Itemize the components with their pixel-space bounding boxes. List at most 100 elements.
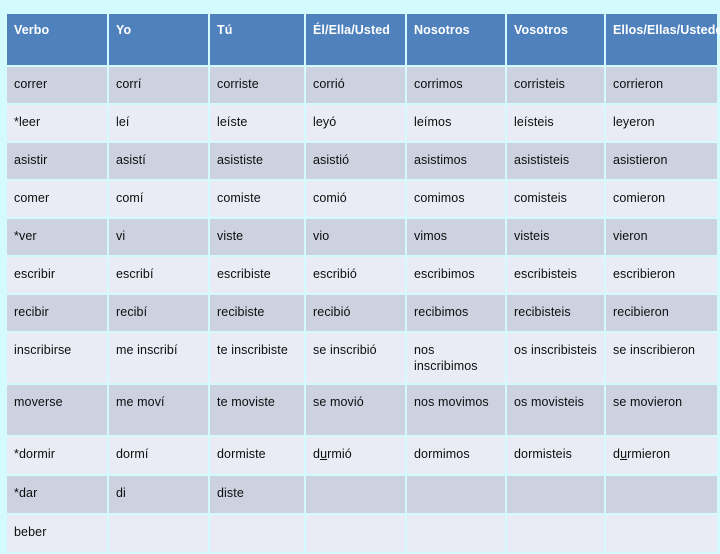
table-row: *leer leí leíste leyó leímos leísteis leyeron (7, 105, 717, 141)
conjugation-cell: comiste (210, 181, 304, 217)
table-row: *ver vi viste vio vimos visteis vieron (7, 219, 717, 255)
conjugation-cell (109, 515, 208, 552)
conjugation-cell: leyeron (606, 105, 717, 141)
table-row: *dar di diste (7, 476, 717, 513)
conjugation-cell (507, 515, 604, 552)
conjugation-cell: me moví (109, 385, 208, 435)
conjugation-cell: recibió (306, 295, 405, 331)
verb-infinitive-cell: comer (7, 181, 107, 217)
conjugation-cell: leíste (210, 105, 304, 141)
conjugation-cell: recibí (109, 295, 208, 331)
conjugation-cell (306, 515, 405, 552)
verb-infinitive-cell: *ver (7, 219, 107, 255)
table-row: beber (7, 515, 717, 552)
conjugation-cell: recibimos (407, 295, 505, 331)
conjugation-cell: asistió (306, 143, 405, 179)
column-header-yo: Yo (109, 14, 208, 65)
conjugation-cell: corrimos (407, 67, 505, 103)
conjugation-cell: dormisteis (507, 437, 604, 474)
column-header-el-ella-usted: Él/Ella/Usted (306, 14, 405, 65)
conjugation-cell: leyó (306, 105, 405, 141)
conjugation-cell: te moviste (210, 385, 304, 435)
conjugation-cell: escribisteis (507, 257, 604, 293)
conjugation-cell: di (109, 476, 208, 513)
conjugation-cell: leímos (407, 105, 505, 141)
conjugation-cell: escribieron (606, 257, 717, 293)
verb-infinitive-cell: escribir (7, 257, 107, 293)
table-header-row: Verbo Yo Tú Él/Ella/Usted Nosotros Vosot… (7, 14, 720, 65)
column-header-nosotros: Nosotros (407, 14, 505, 65)
verb-infinitive-cell: *leer (7, 105, 107, 141)
conjugation-cell: corriste (210, 67, 304, 103)
table-row: correr corrí corriste corrió corrimos corrist… (7, 67, 717, 103)
conjugation-cell: asistieron (606, 143, 717, 179)
conjugation-cell: dormí (109, 437, 208, 474)
conjugation-cell (407, 515, 505, 552)
conjugation-cell: vio (306, 219, 405, 255)
conjugation-cell (210, 515, 304, 552)
verb-infinitive-cell: inscribirse (7, 333, 107, 383)
conjugation-cell: corrí (109, 67, 208, 103)
conjugation-cell: durmieron (606, 437, 717, 474)
conjugation-cell: recibiste (210, 295, 304, 331)
conjugation-cell: corrió (306, 67, 405, 103)
conjugation-cell: durmió (306, 437, 405, 474)
conjugation-cell (306, 476, 405, 513)
conjugation-cell: viste (210, 219, 304, 255)
conjugation-cell: comieron (606, 181, 717, 217)
verb-infinitive-cell: recibir (7, 295, 107, 331)
conjugation-cell: diste (210, 476, 304, 513)
conjugation-cell: te inscribiste (210, 333, 304, 383)
verb-infinitive-cell: moverse (7, 385, 107, 435)
stem-change-vowel: u (620, 447, 628, 461)
verb-infinitive-cell: asistir (7, 143, 107, 179)
conjugation-cell: asistimos (407, 143, 505, 179)
conjugation-cell: nos movimos (407, 385, 505, 435)
conjugation-cell: asististeis (507, 143, 604, 179)
conjugation-cell: vimos (407, 219, 505, 255)
conjugation-cell: escribió (306, 257, 405, 293)
table-header: Verbo Yo Tú Él/Ella/Usted Nosotros Vosot… (7, 14, 720, 65)
stem-change-vowel: u (320, 447, 328, 461)
conjugation-cell: escribí (109, 257, 208, 293)
verb-infinitive-cell: *dormir (7, 437, 107, 474)
conjugation-cell: comió (306, 181, 405, 217)
conjugation-cell: se inscribieron (606, 333, 717, 383)
table-row: recibir recibí recibiste recibió recibimos re… (7, 295, 717, 331)
conjugation-cell: comimos (407, 181, 505, 217)
verb-infinitive-cell: beber (7, 515, 107, 552)
conjugation-cell: se movió (306, 385, 405, 435)
conjugation-cell: corrieron (606, 67, 717, 103)
conjugation-cell: asististe (210, 143, 304, 179)
conjugation-cell: escribimos (407, 257, 505, 293)
conjugation-cell: visteis (507, 219, 604, 255)
conjugation-cell: comisteis (507, 181, 604, 217)
column-header-vosotros: Vosotros (507, 14, 604, 65)
conjugation-cell (606, 476, 717, 513)
conjugation-cell: vieron (606, 219, 717, 255)
table-row: comer comí comiste comió comimos comisteis com… (7, 181, 717, 217)
conjugation-cell: se movieron (606, 385, 717, 435)
table-row: moverse me moví te moviste se movió nos movi… (7, 385, 717, 435)
conjugation-cell: comí (109, 181, 208, 217)
conjugation-cell: escribiste (210, 257, 304, 293)
conjugation-cell: recibisteis (507, 295, 604, 331)
conjugation-cell (507, 476, 604, 513)
table-row: escribir escribí escribiste escribió escribi… (7, 257, 717, 293)
table-row: inscribirse me inscribí te inscribiste se i… (7, 333, 717, 383)
conjugation-cell: dormiste (210, 437, 304, 474)
conjugation-cell: asistí (109, 143, 208, 179)
conjugation-cell: me inscribí (109, 333, 208, 383)
conjugation-cell: leísteis (507, 105, 604, 141)
conjugation-cell: os movisteis (507, 385, 604, 435)
conjugation-table-container: Verbo Yo Tú Él/Ella/Usted Nosotros Vosot… (5, 12, 720, 554)
verb-infinitive-cell: *dar (7, 476, 107, 513)
conjugation-cell: corristeis (507, 67, 604, 103)
conjugation-cell: os inscribisteis (507, 333, 604, 383)
column-header-verbo: Verbo (7, 14, 107, 65)
table-body: correr corrí corriste corrió corrimos corrist… (7, 67, 717, 552)
conjugation-cell (606, 515, 717, 552)
table-row: asistir asistí asististe asistió asistimos as… (7, 143, 717, 179)
table-row: *dormir dormí dormiste durmió dormimos dormis… (7, 437, 717, 474)
conjugation-cell: recibieron (606, 295, 717, 331)
